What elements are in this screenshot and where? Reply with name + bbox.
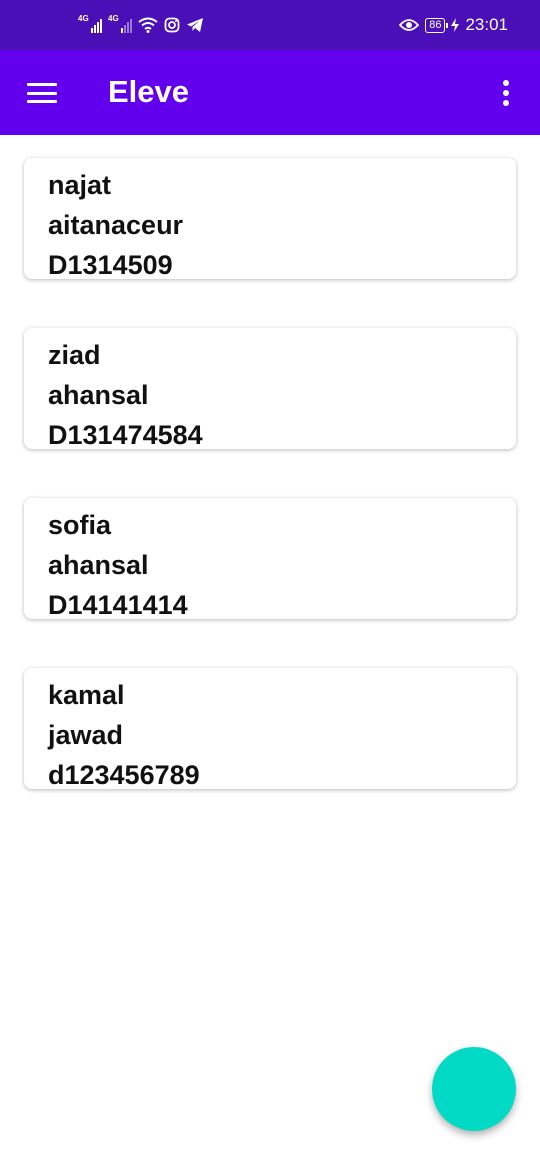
status-right-icons: 86 23:01	[399, 15, 508, 35]
student-first-name: najat	[48, 170, 112, 200]
network-type-label: 4G	[78, 14, 89, 23]
more-vert-icon[interactable]	[494, 80, 518, 106]
student-first-name: ziad	[48, 340, 101, 370]
app-bar: Eleve	[0, 50, 540, 135]
page-title: Eleve	[108, 74, 190, 109]
student-code: D1314509	[48, 250, 173, 280]
status-time: 23:01	[465, 15, 508, 34]
student-card[interactable]: ziad ahansal D131474584	[24, 328, 516, 450]
signal-icon: 4G	[78, 14, 102, 33]
student-code: d123456789	[48, 760, 200, 790]
student-list: najat aitanaceur D1314509 ziad ahansal D…	[24, 158, 516, 838]
telegram-icon	[187, 18, 203, 32]
student-last-name: jawad	[48, 720, 124, 750]
student-card[interactable]: najat aitanaceur D1314509	[24, 158, 516, 280]
floating-action-button[interactable]	[432, 1047, 516, 1131]
battery-icon: 86	[425, 17, 449, 33]
student-code: D131474584	[48, 420, 203, 450]
wifi-icon	[138, 17, 158, 33]
student-last-name: aitanaceur	[48, 210, 184, 240]
student-first-name: kamal	[48, 680, 125, 710]
student-card[interactable]: kamal jawad d123456789	[24, 668, 516, 790]
eye-icon	[399, 19, 420, 31]
student-last-name: ahansal	[48, 550, 149, 580]
student-code: D14141414	[48, 590, 188, 620]
status-left-icons: 4G 4G	[78, 14, 204, 33]
signal-icon: 4G	[108, 14, 132, 33]
student-last-name: ahansal	[48, 380, 149, 410]
network-type-label: 4G	[108, 14, 119, 23]
status-bar: 4G 4G 86 23:01	[0, 0, 540, 50]
instagram-icon	[164, 17, 180, 33]
hamburger-menu-icon[interactable]	[26, 81, 58, 105]
student-first-name: sofia	[48, 510, 112, 540]
student-card[interactable]: sofia ahansal D14141414	[24, 498, 516, 620]
charging-icon	[451, 18, 460, 32]
